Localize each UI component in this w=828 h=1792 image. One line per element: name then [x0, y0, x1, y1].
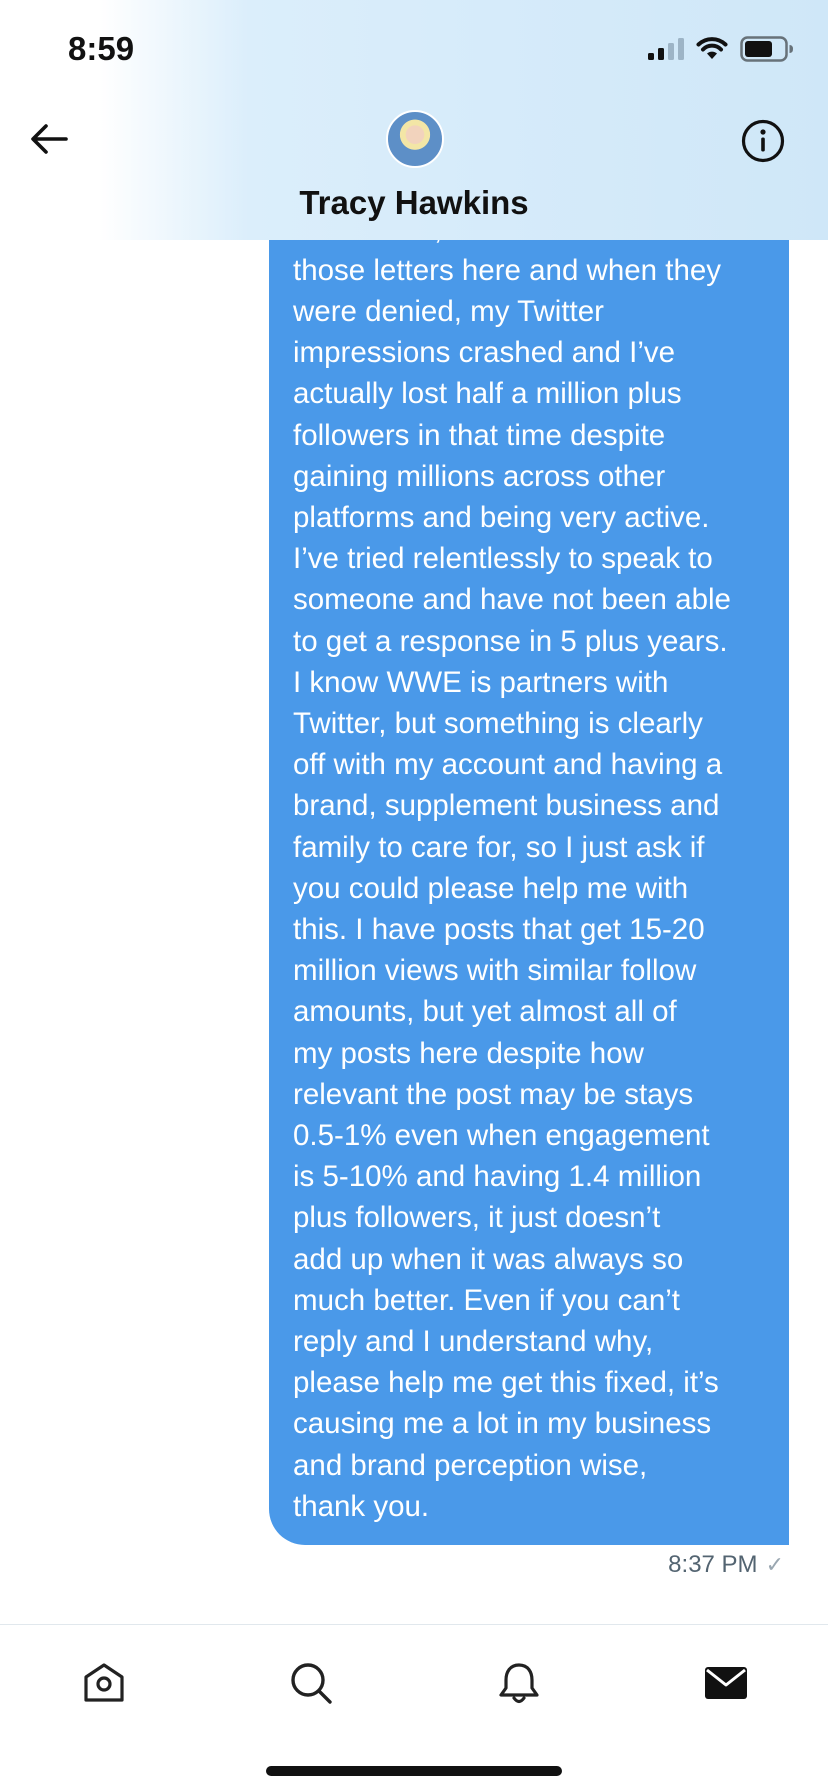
home-indicator: [266, 1766, 562, 1776]
tab-search[interactable]: [281, 1653, 341, 1713]
status-bar-icons: [648, 36, 794, 62]
tab-notifications[interactable]: [489, 1653, 549, 1713]
sent-message-bubble[interactable]: walked out, which I will attach those le…: [269, 150, 789, 1545]
sent-check-icon: ✓: [765, 1552, 784, 1577]
battery-icon: [740, 36, 793, 62]
home-icon: [84, 1663, 124, 1702]
status-bar-time: 8:59: [68, 30, 135, 67]
contact-avatar[interactable]: [386, 110, 444, 168]
info-icon[interactable]: [740, 118, 786, 164]
cellular-signal-icon: [648, 38, 684, 60]
arrow-left-icon[interactable]: [26, 116, 72, 162]
tab-messages[interactable]: [696, 1653, 756, 1713]
message-thread[interactable]: walked out, which I will attach those le…: [0, 0, 828, 1624]
search-icon: [291, 1663, 332, 1704]
contact-name[interactable]: Tracy Hawkins: [0, 184, 828, 222]
tab-home[interactable]: [74, 1653, 134, 1713]
wifi-icon: [696, 37, 728, 59]
message-text: walked out, which I will attach those le…: [293, 213, 731, 1523]
dm-conversation-screen: walked out, which I will attach those le…: [0, 0, 828, 1792]
conversation-header: 8:59 Tracy Hawkins: [0, 0, 828, 240]
bottom-tab-bar: [0, 1624, 828, 1792]
message-timestamp: 8:37 PM: [668, 1551, 758, 1578]
bell-icon: [499, 1663, 539, 1704]
envelope-icon: [705, 1667, 747, 1699]
message-timestamp-row: 8:37 PM ✓: [668, 1551, 784, 1579]
